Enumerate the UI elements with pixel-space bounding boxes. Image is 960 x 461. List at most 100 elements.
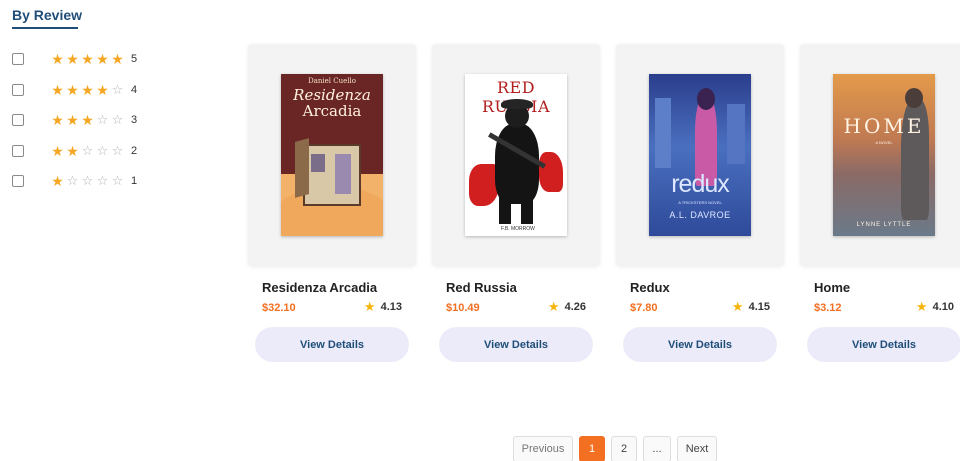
rating-filter-list: ★ ★ ★ ★ ★ 5 ★ ★ ★ ★ ☆ 4 ★ ★ ★ ☆ ☆ 3 ★ ★ ☆ ☆ ☆ 2 ★ ☆ ☆ ☆ ☆ 1 [12,44,212,197]
book-cover-image[interactable]: HOME A NOVEL LYNNE LYTTLE [833,74,935,236]
star-outline-icon: ☆ [111,142,124,158]
book-rating: ★ 4.26 [547,299,586,314]
rating-filter-row[interactable]: ★ ★ ☆ ☆ ☆ 2 [12,136,212,167]
rating-label: 2 [131,144,138,157]
rating-checkbox[interactable] [12,114,24,127]
book-title[interactable]: Red Russia [446,280,517,295]
rating-checkbox[interactable] [12,53,24,66]
book-price: $32.10 [262,302,296,314]
rating-checkbox[interactable] [12,83,24,96]
rating-filter-row[interactable]: ★ ☆ ☆ ☆ ☆ 1 [12,166,212,197]
book-cover-frame[interactable]: Daniel Cuello Residenza Arcadia [248,44,416,266]
star-filled-icon: ★ [81,81,94,98]
cover-subtitle: A NOVEL [875,140,893,145]
rating-filter-row[interactable]: ★ ★ ★ ☆ ☆ 3 [12,105,212,136]
next-page-button[interactable]: Next [677,436,717,461]
previous-page-button[interactable]: Previous [513,436,573,461]
page-button-1[interactable]: 1 [579,436,605,461]
book-price: $7.80 [630,302,658,314]
view-details-button[interactable]: View Details [439,327,593,362]
filter-title: By Review [12,7,83,23]
rating-stars: ★ ★ ☆ ☆ ☆ [50,142,125,159]
star-filled-icon: ★ [81,51,94,68]
rating-filter-row[interactable]: ★ ★ ★ ★ ★ 5 [12,44,212,75]
view-details-button[interactable]: View Details [623,327,777,362]
star-filled-icon: ★ [51,81,64,98]
book-rating-value: 4.10 [932,301,954,313]
cover-author: F.B. MORROW [501,226,535,232]
star-outline-icon: ☆ [96,142,109,158]
pagination: Previous 1 2 ... Next [513,436,717,461]
book-card: RED RUSSIA F.B. MORROW Red Russia $10.49… [432,44,600,362]
star-icon: ★ [731,299,744,314]
star-filled-icon: ★ [51,51,64,68]
star-filled-icon: ★ [51,112,64,129]
book-card: Daniel Cuello Residenza Arcadia Residenz… [248,44,416,362]
rating-stars: ★ ★ ★ ★ ☆ [50,81,125,98]
rating-checkbox[interactable] [12,175,24,188]
cover-author: A.L. DAVROE [669,210,731,220]
star-icon: ★ [547,299,560,314]
page: By Review ★ ★ ★ ★ ★ 5 ★ ★ ★ ★ ☆ 4 ★ ★ ★ ☆ ☆ 3 ★ ★ ☆ ☆ ☆ 2 ★ ☆ ☆ ☆ ☆ 1… [0,0,960,461]
star-filled-icon: ★ [51,173,64,190]
star-icon: ★ [915,299,928,314]
book-rating: ★ 4.15 [731,299,770,314]
book-rating-value: 4.26 [564,301,586,313]
cover-author: LYNNE LYTTLE [856,222,912,228]
book-price: $3.12 [814,302,842,314]
book-card: redux A TRICKSTERS NOVEL A.L. DAVROE Red… [616,44,784,362]
star-outline-icon: ☆ [81,142,94,158]
book-price: $10.49 [446,302,480,314]
cover-title-line1: HOME [843,114,925,138]
book-rating-value: 4.13 [380,301,402,313]
book-rating-value: 4.15 [748,301,770,313]
book-card: HOME A NOVEL LYNNE LYTTLE Home $3.12 ★ 4… [800,44,960,362]
book-title[interactable]: Residenza Arcadia [262,280,377,295]
book-title[interactable]: Redux [630,280,670,295]
cover-title-line1: redux [671,170,730,198]
filter-title-underline [12,27,78,29]
star-outline-icon: ☆ [96,112,109,128]
page-button-2[interactable]: 2 [611,436,637,461]
book-grid: Daniel Cuello Residenza Arcadia Residenz… [248,44,960,362]
book-title[interactable]: Home [814,280,850,295]
book-cover-frame[interactable]: HOME A NOVEL LYNNE LYTTLE [800,44,960,266]
book-cover-image[interactable]: Daniel Cuello Residenza Arcadia [281,74,383,236]
book-rating: ★ 4.13 [363,299,402,314]
rating-filter-row[interactable]: ★ ★ ★ ★ ☆ 4 [12,75,212,106]
star-filled-icon: ★ [66,81,79,98]
star-filled-icon: ★ [96,51,109,68]
star-filled-icon: ★ [66,142,79,159]
book-cover-image[interactable]: redux A TRICKSTERS NOVEL A.L. DAVROE [649,74,751,236]
star-icon: ★ [363,299,376,314]
view-details-button[interactable]: View Details [255,327,409,362]
rating-stars: ★ ★ ★ ☆ ☆ [50,112,125,129]
star-outline-icon: ☆ [81,173,94,189]
cover-author: Daniel Cuello [308,77,356,85]
cover-title-line1: Residenza [293,86,371,104]
rating-label: 1 [131,175,138,188]
star-filled-icon: ★ [81,112,94,129]
rating-stars: ★ ☆ ☆ ☆ ☆ [50,173,125,190]
star-outline-icon: ☆ [96,173,109,189]
star-outline-icon: ☆ [111,112,124,128]
star-filled-icon: ★ [51,142,64,159]
cover-title-line2: Arcadia [302,102,362,120]
rating-label: 3 [131,114,138,127]
star-filled-icon: ★ [96,81,109,98]
star-filled-icon: ★ [111,51,124,68]
rating-checkbox[interactable] [12,144,24,157]
star-outline-icon: ☆ [111,81,124,97]
book-cover-frame[interactable]: RED RUSSIA F.B. MORROW [432,44,600,266]
book-cover-frame[interactable]: redux A TRICKSTERS NOVEL A.L. DAVROE [616,44,784,266]
star-filled-icon: ★ [66,51,79,68]
cover-subtitle: A TRICKSTERS NOVEL [678,200,722,205]
rating-label: 5 [131,53,138,66]
book-cover-image[interactable]: RED RUSSIA F.B. MORROW [465,74,567,236]
star-outline-icon: ☆ [111,173,124,189]
pagination-ellipsis[interactable]: ... [643,436,671,461]
view-details-button[interactable]: View Details [807,327,960,362]
star-filled-icon: ★ [66,112,79,129]
rating-label: 4 [131,83,138,96]
star-outline-icon: ☆ [66,173,79,189]
